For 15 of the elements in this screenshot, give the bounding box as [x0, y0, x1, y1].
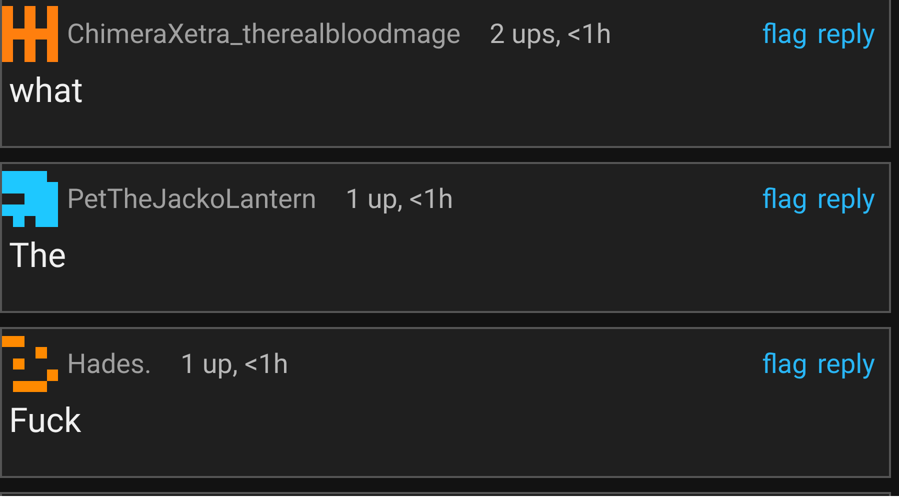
action-link[interactable]: reply: [817, 344, 875, 384]
comment-text: The: [8, 235, 68, 278]
action-link[interactable]: reply: [817, 178, 875, 220]
action-link[interactable]: flag: [762, 14, 808, 54]
vote-count: 1 up, <1h: [180, 346, 288, 382]
author-name[interactable]: Hades.: [67, 344, 152, 384]
author-name[interactable]: PetTheJackoLantern: [67, 178, 316, 220]
vote-count: 2 ups, <1h: [490, 16, 612, 52]
comment-text: what: [8, 70, 84, 113]
action-link[interactable]: flag: [762, 178, 808, 220]
comment-text: Fuck: [8, 400, 82, 443]
action-link[interactable]: flag: [762, 344, 808, 384]
action-link[interactable]: reply: [817, 14, 875, 54]
vote-count: 1 up, <1h: [345, 182, 454, 217]
author-name[interactable]: ChimeraXetra_therealbloodmage: [67, 14, 461, 54]
